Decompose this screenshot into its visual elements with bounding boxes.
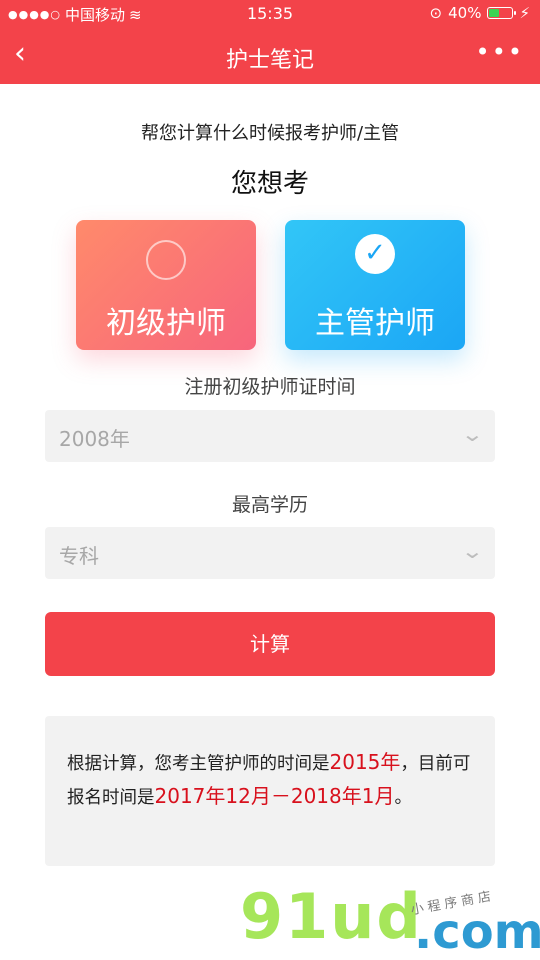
education-label: 最高学历 [231,494,308,516]
watermark-logo: 91ud 小程序商店 .com [240,880,540,960]
nav-bar: ‹ 护士笔记 ••• [0,28,540,84]
watermark-brand: 91ud [240,880,423,953]
status-bar: ●●●●○ 中国移动 ≋ 15:35 ⊙ 40% ⚡ [0,0,540,28]
watermark-domain: .com [414,904,540,960]
register-date-value: 2008年 [59,427,130,451]
education-value: 专科 [59,544,99,568]
result-prefix: 根据计算，您考主管护师的时间是 [67,754,330,774]
status-right: ⊙ 40% ⚡ [430,4,530,22]
result-exam-year: 2015年 [329,750,401,774]
page-title: 护士笔记 [225,48,314,73]
calculate-button[interactable]: 计算 [45,612,495,676]
more-icon: ••• [475,38,524,66]
chevron-down-icon: ⌄ [460,539,485,563]
subtitle: 帮您计算什么时候报考护师/主管 [140,123,400,144]
register-date-label: 注册初级护师证时间 [184,376,356,398]
education-select[interactable]: 专科 ⌄ [45,527,495,579]
option-card-nurse[interactable]: 初级护师 [76,220,256,350]
register-date-select[interactable]: 2008年 ⌄ [45,410,495,462]
battery-percent: 40% [448,4,482,22]
radio-unselected-icon [146,240,186,280]
option-card-supervisor[interactable]: ✓ 主管护师 [285,220,465,350]
lock-icon: ⊙ [429,4,443,22]
option-label-nurse: 初级护师 [106,306,226,341]
charging-icon: ⚡ [519,4,530,22]
option-label-supervisor: 主管护师 [315,306,435,341]
exam-question-heading: 您想考 [230,169,309,199]
result-period: 2017年12月－2018年1月 [154,784,395,808]
result-panel: 根据计算，您考主管护师的时间是2015年，目前可报名时间是2017年12月－20… [45,716,495,866]
battery-icon [487,7,517,19]
more-button[interactable]: ••• [476,38,524,66]
chevron-down-icon: ⌄ [460,422,485,446]
check-icon: ✓ [355,234,395,274]
result-suffix: 。 [394,788,412,808]
